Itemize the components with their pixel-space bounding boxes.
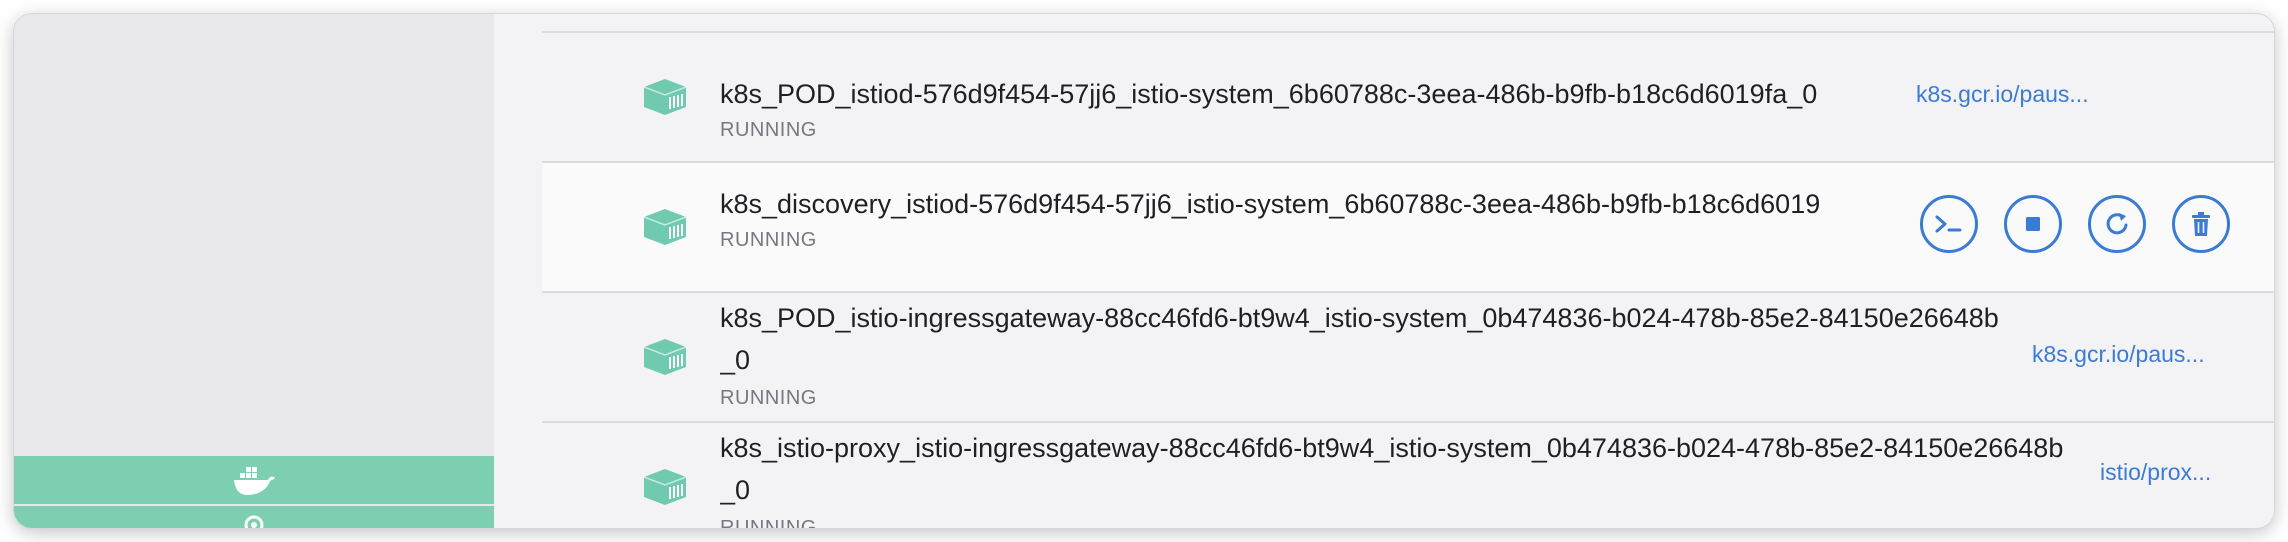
docker-whale-icon [234, 467, 275, 495]
sidebar-helm-button[interactable] [14, 506, 494, 528]
open-cli-button[interactable] [1920, 195, 1978, 253]
container-actions [1920, 195, 2230, 253]
trash-icon [2192, 212, 2210, 236]
container-image-link[interactable]: istio/prox... [2100, 459, 2211, 486]
container-name: k8s_POD_istiod-576d9f454-57jj6_istio-sys… [720, 79, 1818, 109]
container-status: RUNNING [720, 229, 817, 251]
container-icon [643, 209, 687, 245]
restart-button[interactable] [2088, 195, 2146, 253]
container-image-link[interactable]: k8s.gcr.io/paus... [2032, 341, 2205, 368]
stop-button[interactable] [2004, 195, 2062, 253]
delete-button[interactable] [2172, 195, 2230, 253]
app-window: k8s_POD_istiod-576d9f454-57jj6_istio-sys… [14, 14, 2274, 528]
container-icon [643, 79, 687, 115]
container-row[interactable]: k8s_POD_istiod-576d9f454-57jj6_istio-sys… [542, 33, 2274, 163]
container-row[interactable]: k8s_POD_istio-ingressgateway-88cc46fd6-b… [542, 293, 2274, 423]
container-status: RUNNING [720, 517, 817, 528]
container-name: k8s_istio-proxy_istio-ingressgateway-88c… [720, 433, 2064, 505]
restart-icon [2106, 213, 2128, 235]
container-icon [643, 339, 687, 375]
helm-wheel-icon [244, 515, 264, 528]
cli-terminal-icon [1935, 215, 1962, 233]
container-image-link[interactable]: k8s.gcr.io/paus... [1916, 81, 2089, 108]
container-status: RUNNING [720, 387, 817, 409]
sidebar [14, 14, 494, 528]
container-row[interactable]: k8s_discovery_istiod-576d9f454-57jj6_ist… [542, 163, 2274, 293]
container-name: k8s_POD_istio-ingressgateway-88cc46fd6-b… [720, 303, 1999, 375]
container-icon [643, 469, 687, 505]
container-row[interactable]: k8s_istio-proxy_istio-ingressgateway-88c… [542, 423, 2274, 528]
container-name: k8s_discovery_istiod-576d9f454-57jj6_ist… [720, 189, 1820, 219]
stop-icon [2026, 217, 2040, 231]
container-status: RUNNING [720, 119, 817, 141]
container-list: k8s_POD_istiod-576d9f454-57jj6_istio-sys… [494, 14, 2274, 528]
sidebar-containers-button[interactable] [14, 456, 494, 504]
